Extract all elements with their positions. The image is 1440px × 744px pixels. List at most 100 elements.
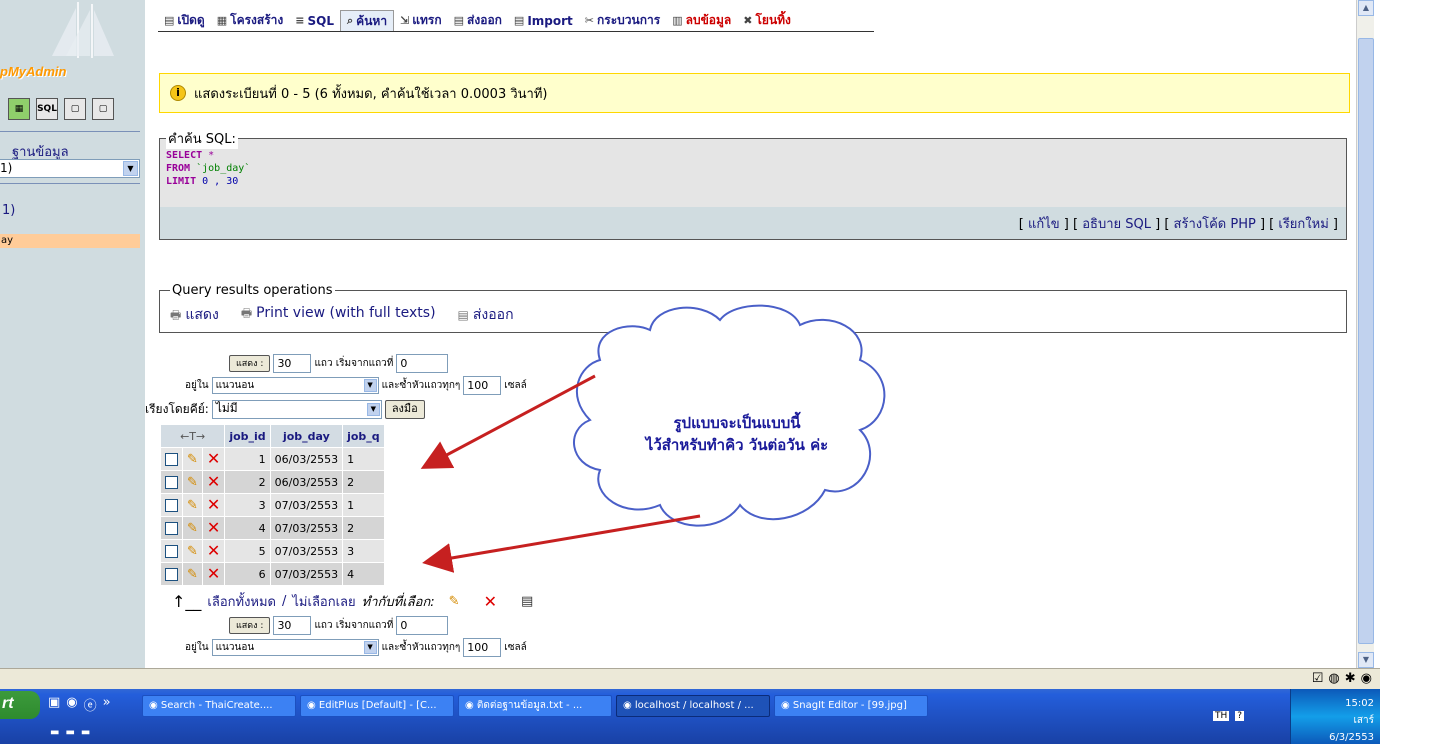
database-select[interactable]: 1) ▼ — [0, 159, 140, 178]
firefox-icon[interactable]: ◉ — [1361, 671, 1372, 686]
delete-cell: ✕ — [202, 563, 225, 585]
column-header[interactable]: job_day — [270, 425, 343, 447]
tab-export[interactable]: ▤ ส่งออก — [448, 10, 508, 31]
taskbar-button[interactable]: ◉ SnagIt Editor - [99.jpg] — [774, 695, 928, 717]
edit-pencil-icon[interactable]: ✎ — [187, 475, 198, 490]
delete-selected-icon[interactable]: ✕ — [484, 593, 497, 609]
sql-query-icon[interactable]: SQL — [36, 98, 58, 120]
rows-input[interactable]: 30 — [273, 354, 312, 373]
row-checkbox[interactable] — [165, 452, 178, 466]
editplus-icon[interactable]: ▣ — [48, 695, 60, 714]
edit-pencil-icon[interactable]: ✎ — [187, 544, 198, 559]
delete-x-icon[interactable]: ✕ — [207, 518, 220, 537]
tab-label: กระบวนการ — [597, 13, 661, 27]
display-mode-select[interactable]: แนวนอน ▼ — [211, 377, 379, 394]
show-button[interactable]: แสดง : — [229, 617, 271, 634]
more-chevron-icon[interactable]: » — [103, 695, 111, 714]
docs-icon[interactable]: ▢ — [64, 98, 86, 120]
delete-x-icon[interactable]: ✕ — [207, 472, 220, 491]
column-arrows[interactable]: ←T→ — [161, 425, 225, 447]
drive-icon[interactable]: ▬ — [81, 727, 90, 738]
help-icon[interactable]: ▢ — [92, 98, 114, 120]
scroll-down-icon[interactable]: ▼ — [1358, 652, 1374, 668]
tab-structure[interactable]: ▦ โครงสร้าง — [211, 10, 290, 31]
help-icon[interactable]: ? — [1235, 711, 1245, 721]
taskbar-button[interactable]: ◉ Search - ThaiCreate.... — [142, 695, 296, 717]
browser-status-bar: ☑ ◍ ✱ ◉ — [0, 668, 1380, 689]
sidebar-table-item[interactable]: ay — [0, 234, 140, 248]
repeat-header-input[interactable]: 100 — [463, 638, 502, 657]
go-button[interactable]: ลงมือ — [384, 400, 425, 419]
export-selected-icon[interactable]: ▤ — [521, 594, 533, 609]
start-button[interactable]: rt — [0, 691, 40, 719]
row-checkbox[interactable] — [165, 567, 178, 581]
rows-input[interactable]: 30 — [273, 616, 312, 635]
scroll-thumb[interactable] — [1358, 38, 1374, 644]
scroll-up-icon[interactable]: ▲ — [1358, 0, 1374, 16]
start-row-input[interactable]: 0 — [396, 616, 449, 635]
explain-sql-link[interactable]: อธิบาย SQL — [1082, 217, 1151, 232]
database-name-link[interactable]: 1) — [2, 203, 15, 218]
delete-x-icon[interactable]: ✕ — [207, 495, 220, 514]
column-header[interactable]: job_id — [225, 425, 270, 447]
desktop-icon[interactable]: ▬ — [50, 727, 59, 738]
firefox-icon: ◉ — [149, 700, 161, 711]
clock[interactable]: 15:02 เสาร์ 6/3/2553 — [1329, 695, 1374, 744]
vertical-scrollbar[interactable]: ▲ ▼ — [1356, 0, 1374, 668]
annotation-line-1: รูปแบบจะเป็นแบบนี้ — [673, 414, 801, 432]
repeat-header-input[interactable]: 100 — [463, 376, 502, 395]
tab-drop[interactable]: ✖ โยนทิ้ง — [737, 10, 797, 31]
print-icon: 🖶 — [170, 308, 182, 322]
tab-import[interactable]: ▤ Import — [508, 10, 579, 31]
uncheck-all-link[interactable]: ไม่เลือกเลย — [292, 591, 355, 612]
taskbar-button[interactable]: ◉ EditPlus [Default] - [C... — [300, 695, 454, 717]
chevron-down-icon[interactable]: ▼ — [123, 161, 138, 176]
tab-browse[interactable]: ▤ เปิดดู — [158, 10, 211, 31]
edit-pencil-icon[interactable]: ✎ — [187, 452, 198, 467]
sql-legend: คำค้น SQL: — [166, 128, 238, 149]
edit-pencil-icon[interactable]: ✎ — [187, 498, 198, 513]
show-button[interactable]: แสดง : — [229, 355, 271, 372]
show-link[interactable]: 🖶 แสดง — [170, 304, 219, 327]
ie-icon[interactable]: ⓔ — [84, 695, 97, 714]
delete-x-icon[interactable]: ✕ — [207, 564, 220, 583]
create-php-link[interactable]: สร้างโค้ด PHP — [1174, 217, 1256, 232]
tab-operations[interactable]: ✂ กระบวนการ — [579, 10, 666, 31]
refresh-link[interactable]: เรียกใหม่ — [1278, 217, 1328, 232]
column-header[interactable]: job_q — [343, 425, 384, 447]
row-checkbox[interactable] — [165, 544, 178, 558]
check-all-link[interactable]: เลือกทั้งหมด — [207, 591, 276, 612]
checkbox-icon[interactable]: ☑ — [1312, 671, 1324, 686]
clock-time: 15:02 — [1345, 698, 1374, 709]
delete-x-icon[interactable]: ✕ — [207, 449, 220, 468]
start-row-input[interactable]: 0 — [396, 354, 449, 373]
cell-job-day: 06/03/2553 — [270, 448, 343, 470]
tab-bar: ▤ เปิดดู ▦ โครงสร้าง ≡ SQL ⌕ ค้นหา ⇲ แทรก ▤ ส่งออก ▤… — [158, 10, 874, 32]
print-view-link[interactable]: 🖶 Print view (with full texts) — [241, 304, 436, 327]
notice-text: แสดงระเบียนที่ 0 - 5 (6 ทั้งหมด, คำค้นใช… — [194, 86, 548, 102]
tab-empty[interactable]: ▥ ลบข้อมูล — [666, 10, 737, 31]
sort-key-select[interactable]: ไม่มี ▼ — [211, 400, 382, 419]
row-checkbox-cell — [161, 540, 182, 562]
home-icon[interactable]: ▦ — [8, 98, 30, 120]
tab-sql[interactable]: ≡ SQL — [289, 10, 340, 31]
language-indicator[interactable]: TH — [1213, 711, 1230, 721]
row-checkbox[interactable] — [165, 498, 178, 512]
row-checkbox[interactable] — [165, 521, 178, 535]
firefox-icon[interactable]: ◉ — [66, 695, 77, 714]
tab-insert[interactable]: ⇲ แทรก — [394, 10, 448, 31]
taskbar-button[interactable]: ◉ ติดต่อฐานข้อมูล.txt - ... — [458, 695, 612, 717]
export-link[interactable]: ▤ ส่งออก — [458, 304, 514, 327]
row-checkbox[interactable] — [165, 475, 178, 489]
edit-selected-icon[interactable]: ✎ — [449, 594, 460, 609]
taskbar-button[interactable]: ◉ localhost / localhost / ... — [616, 695, 770, 717]
edit-sql-link[interactable]: แก้ไข — [1028, 217, 1060, 232]
globe-icon[interactable]: ◍ — [1328, 671, 1339, 686]
bug-icon[interactable]: ✱ — [1345, 671, 1356, 686]
drive-icon[interactable]: ▬ — [65, 727, 74, 738]
edit-pencil-icon[interactable]: ✎ — [187, 521, 198, 536]
edit-pencil-icon[interactable]: ✎ — [187, 567, 198, 582]
delete-x-icon[interactable]: ✕ — [207, 541, 220, 560]
tab-search[interactable]: ⌕ ค้นหา — [340, 10, 395, 31]
display-mode-select[interactable]: แนวนอน ▼ — [211, 639, 379, 656]
